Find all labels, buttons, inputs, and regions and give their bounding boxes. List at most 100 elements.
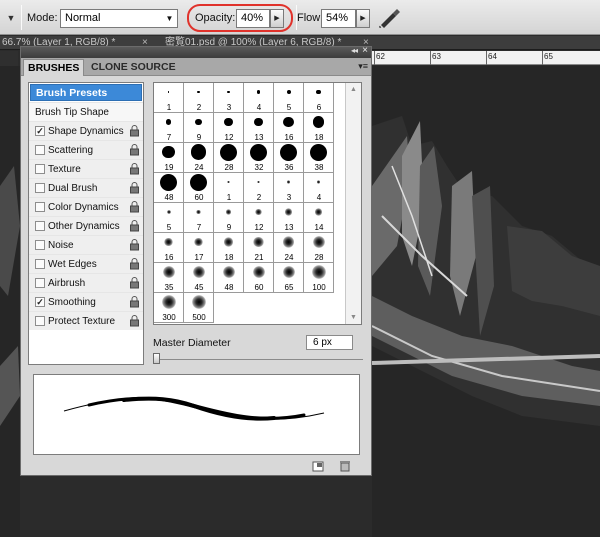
opacity-field[interactable]: 40% [236, 9, 270, 28]
brush-option-dual-brush[interactable]: Dual Brush [29, 178, 143, 197]
brush-preset[interactable]: 38 [304, 143, 334, 173]
brush-preset[interactable]: 13 [274, 203, 304, 233]
brush-option-smoothing[interactable]: ✓ Smoothing [29, 292, 143, 311]
collapse-icon[interactable]: ◂◂ [351, 46, 358, 55]
brush-preset[interactable]: 28 [214, 143, 244, 173]
brush-preset[interactable]: 48 [214, 263, 244, 293]
brush-preset[interactable]: 9 [184, 113, 214, 143]
lock-icon[interactable] [129, 125, 140, 137]
brush-preset[interactable]: 36 [274, 143, 304, 173]
tab-clone-source[interactable]: CLONE SOURCE [87, 59, 180, 76]
option-checkbox[interactable] [35, 240, 45, 250]
lock-icon[interactable] [129, 258, 140, 270]
close-icon[interactable]: × [362, 45, 368, 56]
brush-preset[interactable]: 300 [154, 293, 184, 323]
master-diameter-field[interactable]: 6 px [306, 335, 353, 350]
brush-preset[interactable]: 24 [184, 143, 214, 173]
flow-slider-button[interactable]: ▶ [356, 9, 370, 28]
brush-preset[interactable]: 45 [184, 263, 214, 293]
brush-preset[interactable]: 6 [304, 83, 334, 113]
lock-icon[interactable] [129, 220, 140, 232]
brush-preset[interactable]: 4 [244, 83, 274, 113]
panel-title-bar[interactable]: ◂◂ × [21, 45, 371, 58]
brush-option-noise[interactable]: Noise [29, 235, 143, 254]
brush-preset[interactable]: 1 [214, 173, 244, 203]
option-checkbox[interactable] [35, 145, 45, 155]
scroll-up-icon[interactable]: ▲ [350, 86, 357, 93]
lock-icon[interactable] [129, 296, 140, 308]
brush-preset[interactable]: 17 [184, 233, 214, 263]
option-checkbox[interactable] [35, 278, 45, 288]
tab-brushes[interactable]: BRUSHES [23, 59, 85, 76]
brush-preset[interactable]: 28 [304, 233, 334, 263]
option-checkbox[interactable]: ✓ [35, 126, 45, 136]
brush-option-texture[interactable]: Texture [29, 159, 143, 178]
lock-icon[interactable] [129, 144, 140, 156]
brush-preset[interactable]: 18 [304, 113, 334, 143]
brush-preset[interactable]: 7 [184, 203, 214, 233]
option-checkbox[interactable]: ✓ [35, 297, 45, 307]
brush-presets-item[interactable]: Brush Presets [30, 84, 142, 101]
brush-preset[interactable]: 13 [244, 113, 274, 143]
brush-preset[interactable]: 60 [184, 173, 214, 203]
lock-icon[interactable] [129, 201, 140, 213]
lock-icon[interactable] [129, 277, 140, 289]
option-checkbox[interactable] [35, 316, 45, 326]
lock-icon[interactable] [129, 315, 140, 327]
option-checkbox[interactable] [35, 259, 45, 269]
brush-preset[interactable]: 12 [214, 113, 244, 143]
brush-preset[interactable]: 5 [154, 203, 184, 233]
lock-icon[interactable] [129, 182, 140, 194]
panel-menu-icon[interactable]: ▾≡ [358, 61, 368, 72]
brush-preset[interactable]: 5 [274, 83, 304, 113]
brush-option-airbrush[interactable]: Airbrush [29, 273, 143, 292]
brush-preset[interactable]: 2 [184, 83, 214, 113]
trash-icon[interactable] [339, 460, 351, 472]
brush-preset[interactable]: 14 [304, 203, 334, 233]
brush-preset[interactable]: 48 [154, 173, 184, 203]
brush-preset[interactable]: 9 [214, 203, 244, 233]
new-preset-icon[interactable] [312, 461, 324, 472]
presets-scrollbar[interactable]: ▲ ▼ [345, 83, 361, 324]
brush-preset[interactable]: 7 [154, 113, 184, 143]
brush-preset[interactable]: 18 [214, 233, 244, 263]
tool-preset-picker[interactable]: ▼ [4, 9, 18, 27]
lock-icon[interactable] [129, 163, 140, 175]
brush-preset[interactable]: 19 [154, 143, 184, 173]
brush-preset[interactable]: 3 [274, 173, 304, 203]
brush-preset[interactable]: 60 [244, 263, 274, 293]
option-checkbox[interactable] [35, 221, 45, 231]
brush-preset[interactable]: 35 [154, 263, 184, 293]
brush-preset[interactable]: 12 [244, 203, 274, 233]
brush-preset[interactable]: 100 [304, 263, 334, 293]
canvas-artwork-left[interactable] [0, 66, 20, 537]
flow-field[interactable]: 54% [321, 9, 356, 28]
brush-option-brush-tip-shape[interactable]: Brush Tip Shape [29, 102, 143, 121]
brush-option-shape-dynamics[interactable]: ✓ Shape Dynamics [29, 121, 143, 140]
lock-icon[interactable] [129, 239, 140, 251]
canvas-artwork[interactable] [372, 66, 600, 537]
brush-preset[interactable]: 16 [154, 233, 184, 263]
brush-preset[interactable]: 2 [244, 173, 274, 203]
option-checkbox[interactable] [35, 202, 45, 212]
brush-option-wet-edges[interactable]: Wet Edges [29, 254, 143, 273]
option-checkbox[interactable] [35, 183, 45, 193]
master-diameter-slider-thumb[interactable] [153, 353, 160, 364]
brush-option-scattering[interactable]: Scattering [29, 140, 143, 159]
brush-preset[interactable]: 500 [184, 293, 214, 323]
brush-preset[interactable]: 4 [304, 173, 334, 203]
opacity-slider-button[interactable]: ▶ [270, 9, 284, 28]
brush-preset[interactable]: 16 [274, 113, 304, 143]
airbrush-icon[interactable] [378, 8, 402, 29]
scroll-down-icon[interactable]: ▼ [350, 314, 357, 321]
brush-option-color-dynamics[interactable]: Color Dynamics [29, 197, 143, 216]
brush-option-protect-texture[interactable]: Protect Texture [29, 311, 143, 330]
mode-select[interactable]: Normal ▼ [60, 9, 178, 28]
brush-preset[interactable]: 21 [244, 233, 274, 263]
option-checkbox[interactable] [35, 164, 45, 174]
brush-preset[interactable]: 32 [244, 143, 274, 173]
master-diameter-slider-track[interactable] [157, 359, 363, 360]
brush-option-other-dynamics[interactable]: Other Dynamics [29, 216, 143, 235]
brush-preset[interactable]: 24 [274, 233, 304, 263]
brush-preset[interactable]: 1 [154, 83, 184, 113]
